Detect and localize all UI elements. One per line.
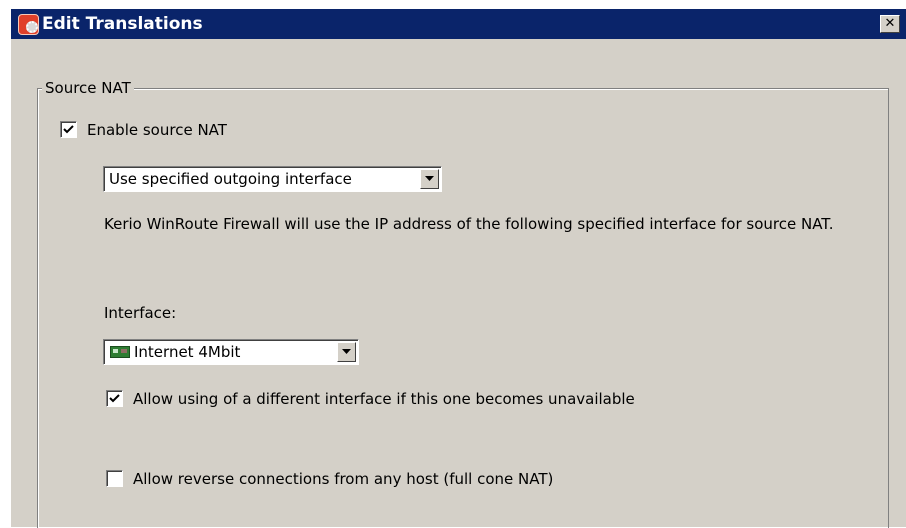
gear-icon — [26, 21, 38, 33]
enable-source-nat-label: Enable source NAT — [87, 121, 227, 139]
nat-mode-select[interactable]: Use specified outgoing interface — [103, 166, 442, 192]
nat-mode-value: Use specified outgoing interface — [109, 170, 352, 188]
full-cone-nat-label: Allow reverse connections from any host … — [133, 470, 554, 488]
chevron-down-icon — [342, 349, 351, 354]
interface-value: Internet 4Mbit — [134, 343, 241, 361]
dialog-title: Edit Translations — [42, 14, 203, 34]
close-icon: ✕ — [884, 16, 896, 31]
allow-different-interface-row[interactable]: Allow using of a different interface if … — [106, 389, 806, 409]
allow-different-interface-label: Allow using of a different interface if … — [133, 390, 635, 408]
full-cone-nat-checkbox[interactable] — [106, 470, 123, 487]
close-button[interactable]: ✕ — [880, 15, 900, 33]
interface-label: Interface: — [104, 304, 177, 322]
interface-dropdown-button[interactable] — [337, 342, 356, 362]
chevron-down-icon — [425, 176, 434, 181]
checkmark-icon — [109, 394, 120, 403]
edit-translations-dialog: Edit Translations ✕ Source NAT Enable so… — [10, 8, 906, 528]
source-nat-group-label: Source NAT — [42, 78, 134, 98]
checkmark-icon — [63, 125, 74, 134]
allow-different-interface-checkbox[interactable] — [106, 390, 123, 407]
nat-mode-dropdown-button[interactable] — [420, 169, 439, 189]
full-cone-nat-row[interactable]: Allow reverse connections from any host … — [106, 469, 706, 489]
app-icon — [18, 14, 39, 35]
enable-source-nat-row[interactable]: Enable source NAT — [60, 120, 360, 140]
network-card-icon — [110, 346, 130, 358]
interface-select[interactable]: Internet 4Mbit — [103, 339, 359, 365]
title-bar[interactable]: Edit Translations ✕ — [11, 9, 906, 39]
nat-description: Kerio WinRoute Firewall will use the IP … — [104, 215, 834, 233]
enable-source-nat-checkbox[interactable] — [60, 121, 77, 138]
